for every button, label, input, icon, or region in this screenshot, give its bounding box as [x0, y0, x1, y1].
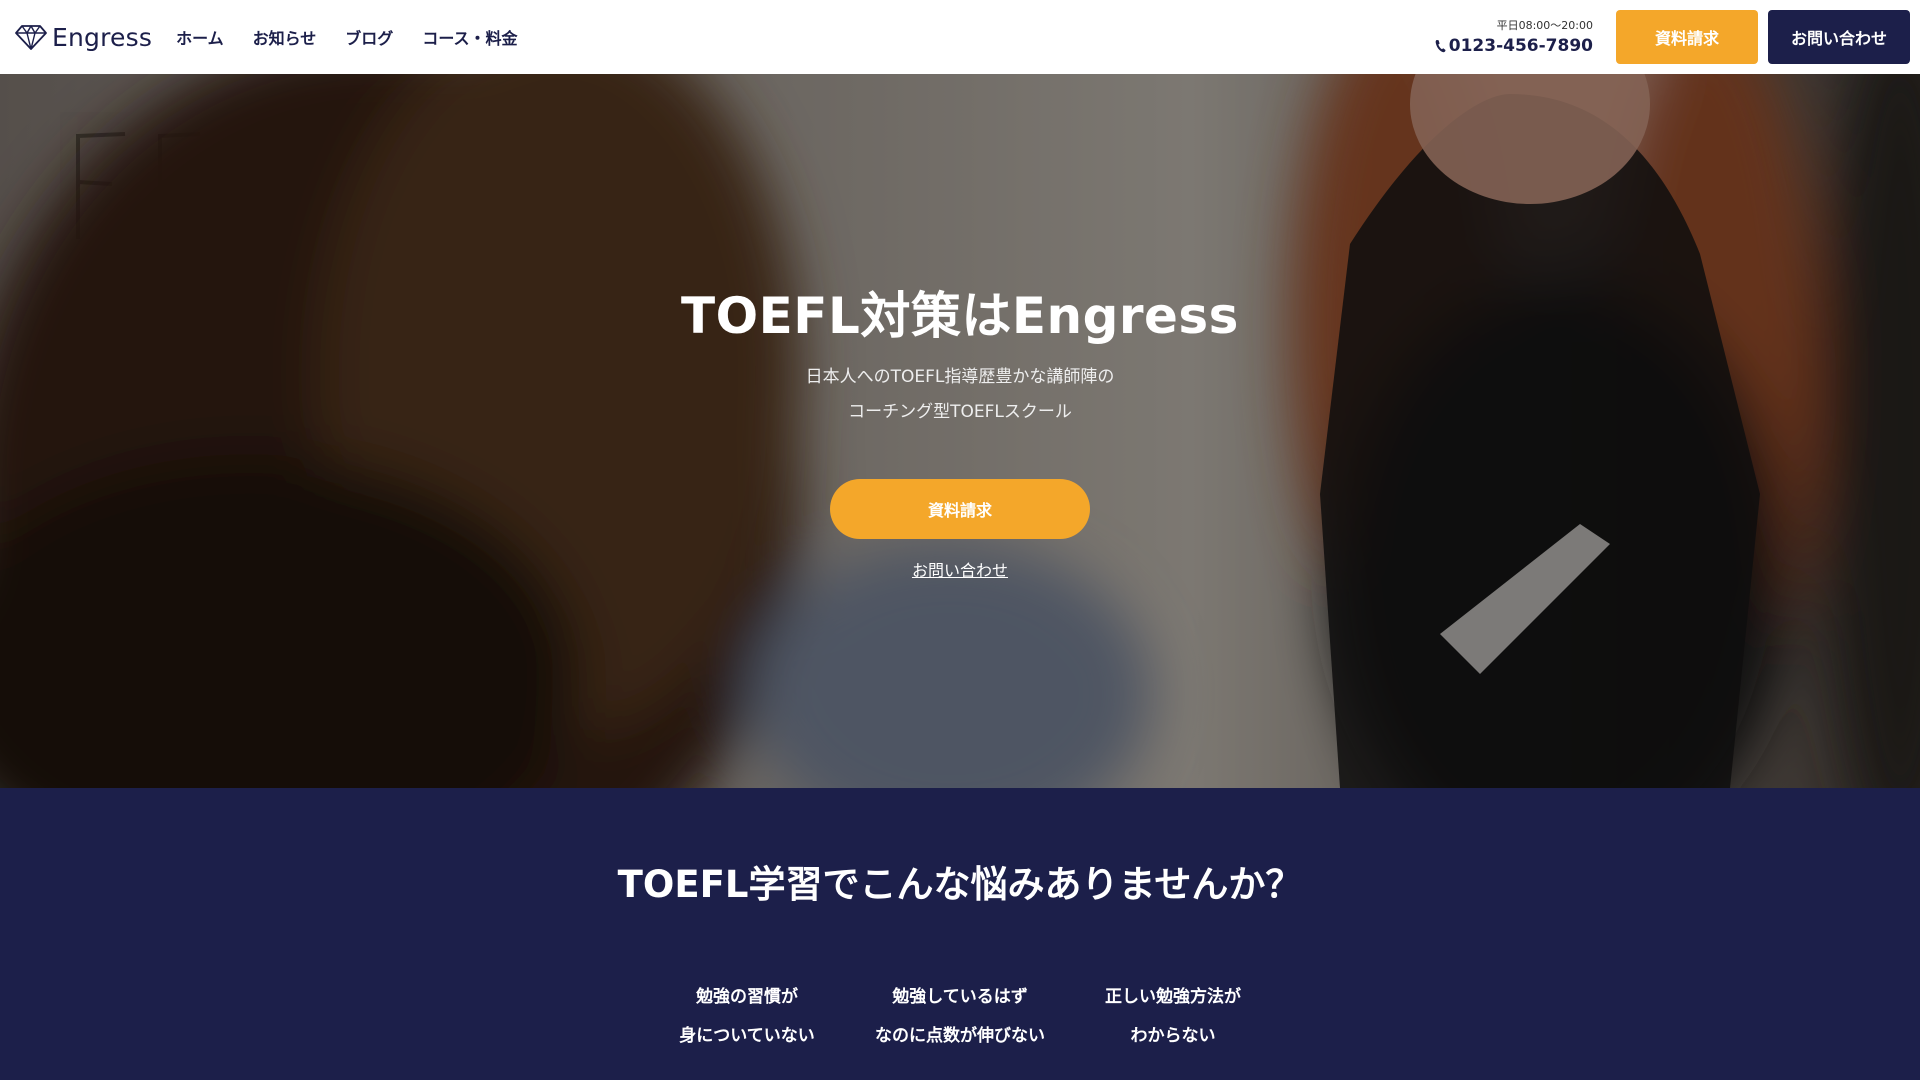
diamond-icon	[15, 25, 47, 50]
contact-info: 平日08:00〜20:00 0123-456-7890	[1435, 19, 1593, 56]
problem-item-line: 正しい勉強方法が	[1105, 987, 1241, 1007]
problem-item-line: 勉強しているはず	[892, 987, 1028, 1007]
problem-item-line: 身についていない	[679, 1026, 815, 1046]
hero-subtitle-line-1: 日本人へのTOEFL指導歴豊かな講師陣の	[805, 367, 1115, 387]
problems-title: TOEFL学習でこんな悩みありませんか？	[617, 863, 1303, 906]
hero-section: TOEFL対策はEngress 日本人へのTOEFL指導歴豊かな講師陣の コーチ…	[0, 74, 1920, 788]
problem-item-line: わからない	[1130, 1026, 1216, 1046]
business-hours: 平日08:00〜20:00	[1496, 18, 1593, 32]
nav-item-news[interactable]: お知らせ	[253, 25, 317, 49]
contact-button[interactable]: お問い合わせ	[1768, 10, 1910, 64]
problem-item-line: 勉強の習慣が	[696, 987, 798, 1007]
hero-contact-link: お問い合わせ	[0, 557, 1920, 581]
hero-subtitle: 日本人へのTOEFL指導歴豊かな講師陣の コーチング型TOEFLスクール	[0, 360, 1920, 430]
phone-icon	[1435, 39, 1446, 52]
hero-contact-link-text[interactable]: お問い合わせ	[912, 561, 1008, 580]
phone-number-row[interactable]: 0123-456-7890	[1435, 36, 1593, 56]
phone-number: 0123-456-7890	[1448, 35, 1593, 56]
problem-list: 勉強の習慣が 身についていない 勉強しているはず なのに点数が伸びない 正しい勉…	[0, 978, 1920, 1056]
nav-item-home[interactable]: ホーム	[176, 25, 224, 49]
main-nav: ホーム お知らせ ブログ コース・料金	[176, 25, 546, 49]
problem-item-score: 勉強しているはず なのに点数が伸びない	[854, 978, 1067, 1056]
hero-content: TOEFL対策はEngress 日本人へのTOEFL指導歴豊かな講師陣の コーチ…	[0, 74, 1920, 788]
hero-title: TOEFL対策はEngress	[681, 287, 1239, 345]
hero-subtitle-line-2: コーチング型TOEFLスクール	[848, 402, 1072, 422]
request-materials-button[interactable]: 資料請求	[1616, 10, 1758, 64]
hero-request-button[interactable]: 資料請求	[830, 479, 1090, 539]
site-header: Engress ホーム お知らせ ブログ コース・料金 平日08:00〜20:0…	[0, 0, 1920, 74]
header-actions: 平日08:00〜20:00 0123-456-7890 資料請求 お問い合わせ	[1435, 0, 1920, 74]
problem-item-method: 正しい勉強方法が わからない	[1067, 978, 1280, 1056]
problem-item-habit: 勉強の習慣が 身についていない	[641, 978, 854, 1056]
logo-text: Engress	[52, 22, 153, 52]
problem-item-line: なのに点数が伸びない	[875, 1026, 1045, 1046]
nav-item-courses[interactable]: コース・料金	[422, 25, 517, 49]
problems-section: TOEFL学習でこんな悩みありませんか？ 勉強の習慣が 身についていない 勉強し…	[0, 788, 1920, 1080]
nav-item-blog[interactable]: ブログ	[345, 25, 393, 49]
logo[interactable]: Engress	[14, 0, 152, 74]
